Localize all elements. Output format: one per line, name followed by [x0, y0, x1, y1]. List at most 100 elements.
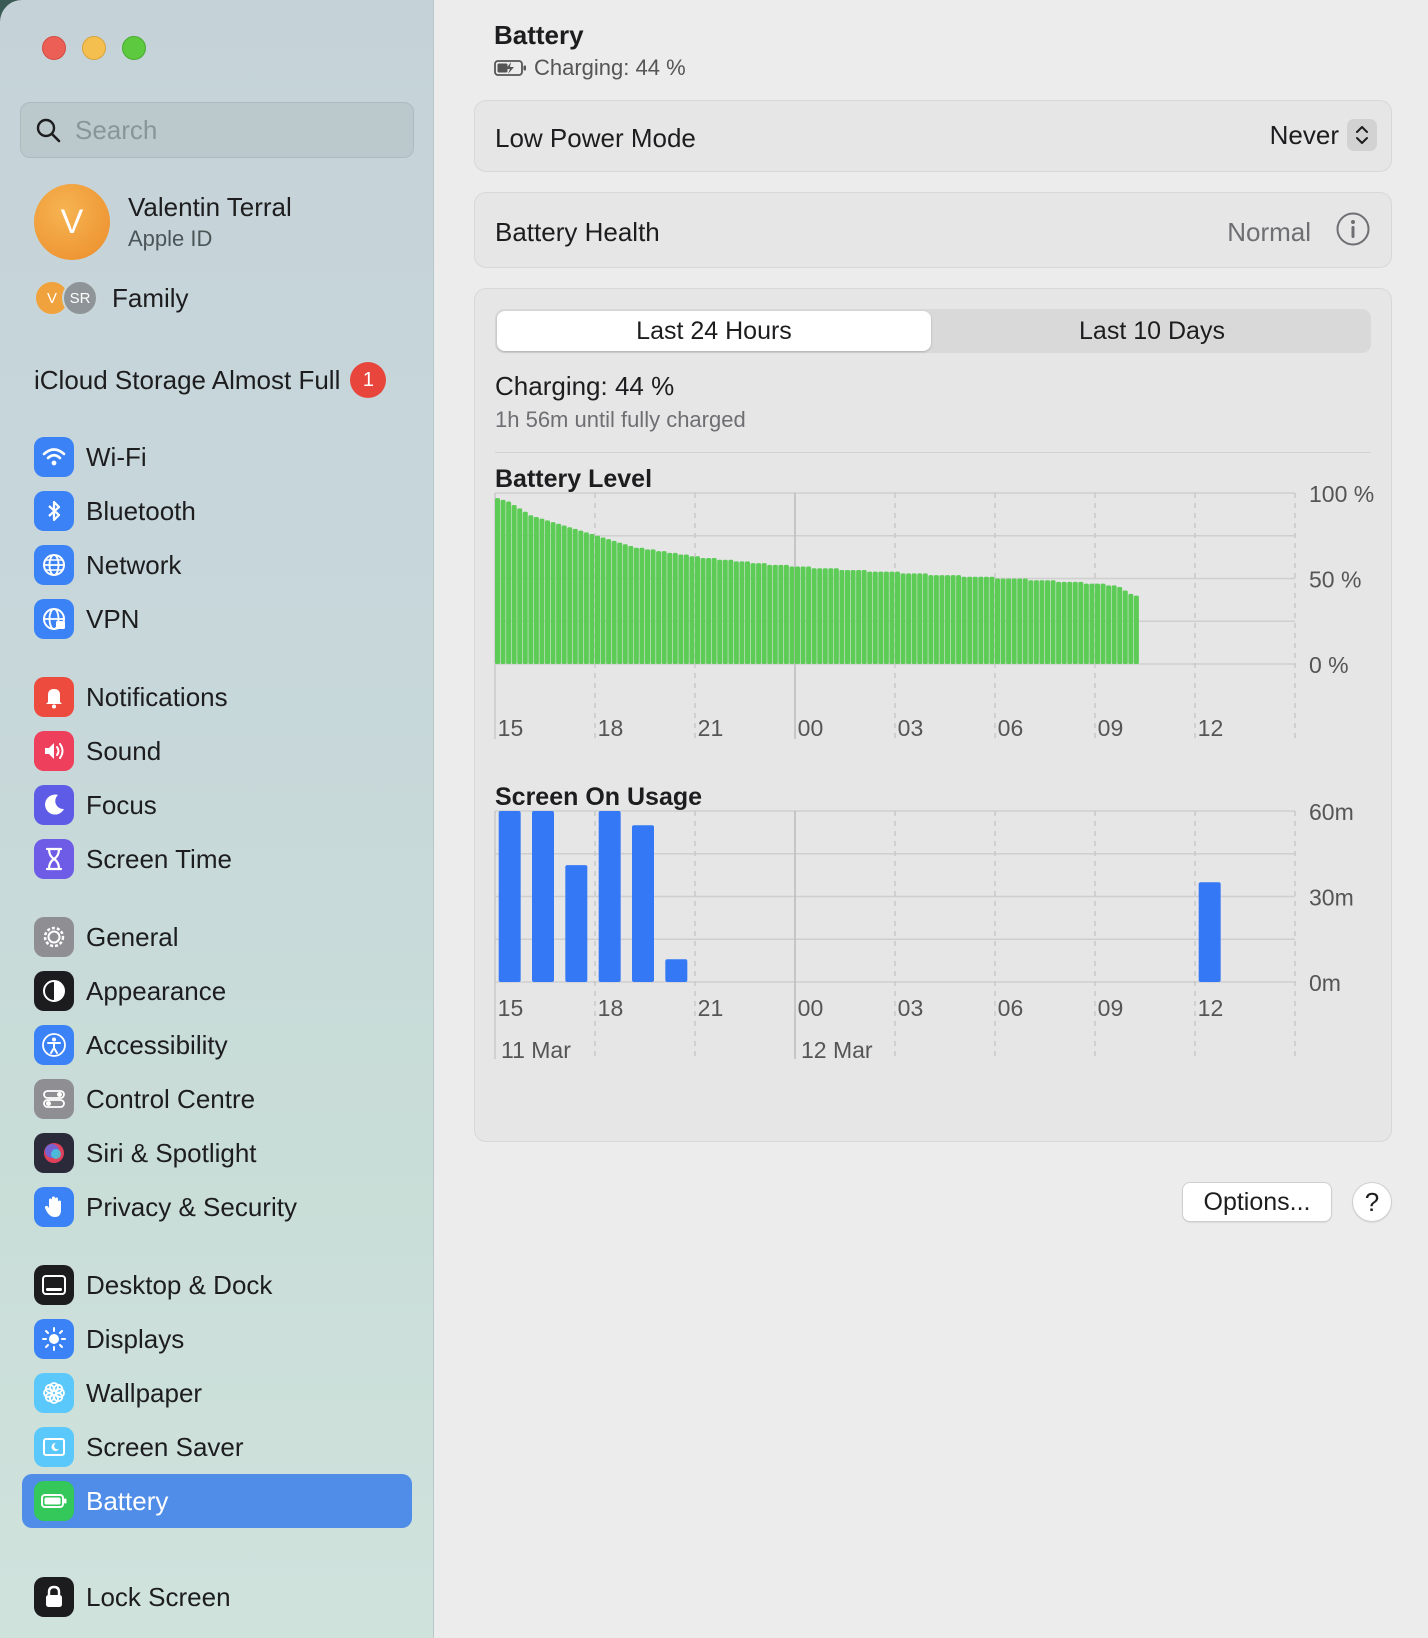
x-tick-label: 06 — [998, 715, 1024, 741]
battery-level-bar — [878, 571, 884, 664]
battery-level-bar — [778, 564, 784, 664]
search-input[interactable] — [75, 114, 395, 146]
battery-level-bar — [672, 552, 678, 664]
sidebar-item-label: Siri & Spotlight — [86, 1137, 257, 1168]
battery-level-bar — [911, 573, 917, 664]
battery-level-bar — [811, 568, 817, 664]
battery-level-bar — [978, 576, 984, 664]
battery-pane: Battery Charging: 44 % Low Power Mode Ne… — [434, 0, 1428, 1638]
battery-level-bar — [1083, 583, 1089, 664]
speaker-icon — [34, 731, 74, 771]
battery-level-bar — [1039, 580, 1045, 664]
screen-usage-bar — [565, 865, 588, 982]
battery-level-bar — [795, 566, 800, 664]
search-field[interactable] — [20, 102, 414, 158]
battery-level-bar — [761, 563, 767, 664]
battery-level-bar — [517, 508, 523, 664]
battery-level-bar — [728, 559, 734, 664]
screen-usage-bar — [1198, 882, 1221, 982]
battery-level-bar — [733, 561, 739, 664]
low-power-mode-popup[interactable]: Never — [1270, 119, 1377, 151]
battery-level-bar — [506, 501, 512, 664]
icloud-storage-alert[interactable]: iCloud Storage Almost Full 1 — [34, 362, 404, 398]
sidebar-item-label: Wi-Fi — [86, 441, 147, 472]
sidebar-item-network[interactable]: Network — [22, 538, 412, 592]
battery-level-bar — [717, 559, 723, 664]
x-tick-label: 18 — [598, 995, 624, 1021]
battery-level-bar — [1061, 581, 1067, 664]
sidebar-item-label: Accessibility — [86, 1029, 228, 1060]
y-tick-label: 0 % — [1309, 652, 1349, 678]
accessibility-icon — [34, 1025, 74, 1065]
battery-level-bar — [706, 557, 712, 664]
battery-level-bar — [1095, 583, 1100, 664]
sidebar-item-control-centre[interactable]: Control Centre — [22, 1072, 412, 1126]
options-button[interactable]: Options... — [1182, 1182, 1332, 1222]
sidebar-item-screen-saver[interactable]: Screen Saver — [22, 1420, 412, 1474]
sidebar: V Valentin Terral Apple ID V SR Family i… — [0, 0, 434, 1638]
x-tick-label: 15 — [498, 995, 524, 1021]
battery-level-bar — [989, 576, 995, 664]
battery-level-bar — [950, 575, 956, 664]
sidebar-item-appearance[interactable]: Appearance — [22, 964, 412, 1018]
sidebar-item-desktop-and-dock[interactable]: Desktop & Dock — [22, 1258, 412, 1312]
battery-level-bar — [1072, 581, 1078, 664]
battery-charging-icon — [494, 60, 526, 76]
sidebar-item-battery[interactable]: Battery — [22, 1474, 412, 1528]
battery-level-bar — [972, 576, 978, 664]
sidebar-item-screen-time[interactable]: Screen Time — [22, 832, 412, 886]
sidebar-item-label: Wallpaper — [86, 1377, 203, 1408]
siri-icon — [34, 1133, 74, 1173]
sidebar-item-wallpaper[interactable]: Wallpaper — [22, 1366, 412, 1420]
sidebar-item-displays[interactable]: Displays — [22, 1312, 412, 1366]
battery-level-bar — [1017, 578, 1023, 664]
help-button[interactable]: ? — [1352, 1182, 1392, 1222]
sidebar-item-wi-fi[interactable]: Wi-Fi — [22, 430, 412, 484]
battery-level-bar — [633, 547, 639, 664]
screen-usage-bar — [498, 811, 521, 982]
battery-level-bar — [1000, 578, 1006, 664]
battery-level-bar — [683, 554, 689, 664]
window-close-button[interactable] — [42, 36, 66, 60]
sidebar-item-bluetooth[interactable]: Bluetooth — [22, 484, 412, 538]
globe-icon — [34, 545, 74, 585]
sidebar-item-family[interactable]: V SR Family — [34, 278, 189, 318]
sidebar-item-notifications[interactable]: Notifications — [22, 670, 412, 724]
info-icon[interactable] — [1335, 211, 1371, 247]
battery-level-bar — [722, 559, 728, 664]
battery-level-bar — [1011, 578, 1017, 664]
screen-usage-bar — [665, 959, 688, 982]
sidebar-item-siri-and-spotlight[interactable]: Siri & Spotlight — [22, 1126, 412, 1180]
account-name: Valentin Terral — [128, 192, 292, 222]
battery-level-bar — [928, 575, 934, 664]
date-label: 11 Mar — [501, 1037, 571, 1063]
battery-level-bar — [550, 522, 556, 664]
sidebar-item-vpn[interactable]: VPN — [22, 592, 412, 646]
battery-level-bar — [895, 571, 900, 664]
window-minimize-button[interactable] — [82, 36, 106, 60]
battery-level-bar — [522, 511, 528, 664]
battery-level-bar — [872, 571, 878, 664]
battery-level-bar — [583, 532, 589, 664]
sidebar-item-privacy-and-security[interactable]: Privacy & Security — [22, 1180, 412, 1234]
battery-level-bar — [495, 498, 500, 664]
battery-level-bar — [828, 568, 834, 664]
sidebar-item-general[interactable]: General — [22, 910, 412, 964]
sidebar-item-accessibility[interactable]: Accessibility — [22, 1018, 412, 1072]
sidebar-item-label: VPN — [86, 603, 140, 634]
toggles-icon — [34, 1079, 74, 1119]
battery-level-bar — [800, 566, 806, 664]
apple-id-account[interactable]: V Valentin Terral Apple ID — [34, 184, 292, 260]
x-tick-label: 18 — [598, 715, 624, 741]
x-tick-label: 00 — [798, 715, 824, 741]
battery-level-bar — [756, 563, 762, 664]
sidebar-item-focus[interactable]: Focus — [22, 778, 412, 832]
battery-level-bar — [933, 575, 939, 664]
battery-level-bar — [511, 504, 517, 664]
x-tick-label: 00 — [798, 995, 824, 1021]
sidebar-item-sound[interactable]: Sound — [22, 724, 412, 778]
window-zoom-button[interactable] — [122, 36, 146, 60]
sidebar-item-lock-screen[interactable]: Lock Screen — [22, 1570, 412, 1624]
battery-level-bar — [839, 569, 845, 664]
x-tick-label: 12 — [1198, 715, 1224, 741]
